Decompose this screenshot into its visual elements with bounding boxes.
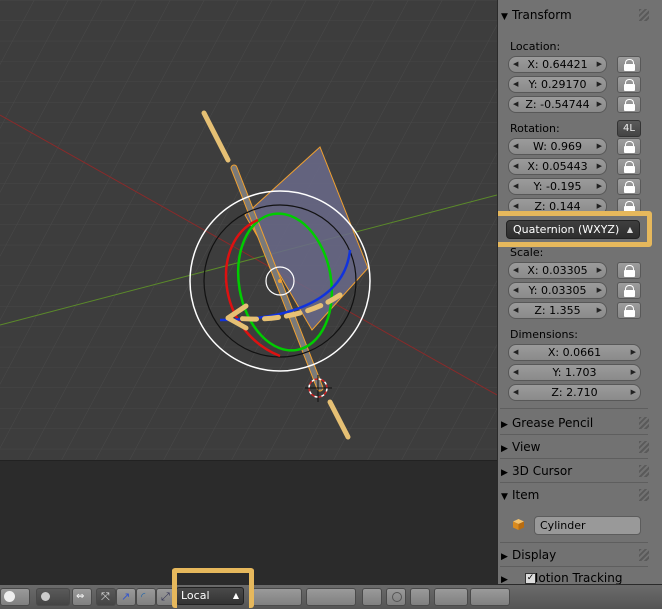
scale-z-field[interactable]: ◀ Z: 1.355 ▶ <box>508 302 607 319</box>
collapse-triangle-icon: ▼ <box>501 492 508 502</box>
divider <box>500 542 648 543</box>
item-section-header[interactable]: ▼ Item <box>501 485 641 505</box>
pivot-point-button[interactable] <box>36 588 70 606</box>
object-origin <box>278 279 282 283</box>
object-name-field[interactable]: Cylinder <box>534 516 641 535</box>
drag-grip-icon[interactable] <box>639 417 649 429</box>
snap-element-button[interactable] <box>434 588 468 606</box>
rotation-w-field[interactable]: ◀ W: 0.969 ▶ <box>508 138 607 155</box>
lock-icon[interactable] <box>617 302 641 319</box>
divider <box>500 408 648 409</box>
expand-triangle-icon: ▶ <box>501 575 508 584</box>
highlight-box <box>172 568 254 608</box>
3d-cursor-section-header[interactable]: ▶ 3D Cursor <box>501 461 641 481</box>
divider <box>500 434 648 435</box>
lock-icon[interactable] <box>617 178 641 195</box>
viewport-scene <box>0 0 497 460</box>
drag-grip-icon[interactable] <box>639 441 649 453</box>
divider <box>500 566 648 567</box>
expand-triangle-icon: ▶ <box>501 468 508 478</box>
lock-camera-icon[interactable] <box>362 588 382 606</box>
layer-buttons-group-2[interactable] <box>306 588 356 606</box>
drag-grip-icon[interactable] <box>639 489 649 501</box>
drag-grip-icon[interactable] <box>639 465 649 477</box>
highlight-box <box>498 211 652 247</box>
viewport-lower-area <box>0 460 497 585</box>
location-z-field[interactable]: ◀ Z: -0.54744 ▶ <box>508 96 607 113</box>
drag-grip-icon[interactable] <box>639 549 649 561</box>
viewport-header-bar: ⇔ ⤧ ↗ ◜ ⤢ <box>0 584 662 609</box>
dimensions-z-field[interactable]: ◀ Z: 2.710 ▶ <box>508 384 641 401</box>
dimensions-y-field[interactable]: ◀ Y: 1.703 ▶ <box>508 364 641 381</box>
expand-triangle-icon: ▶ <box>501 552 508 562</box>
expand-triangle-icon: ▶ <box>501 444 508 454</box>
lock-icon[interactable] <box>617 56 641 73</box>
rotation-x-field[interactable]: ◀ X: 0.05443 ▶ <box>508 158 607 175</box>
scale-label: Scale: <box>510 246 544 259</box>
location-y-field[interactable]: ◀ Y: 0.29170 ▶ <box>508 76 607 93</box>
lock-icon[interactable] <box>617 262 641 279</box>
rotation-label: Rotation: <box>510 122 560 135</box>
render-buttons[interactable] <box>470 588 510 606</box>
location-x-field[interactable]: ◀ X: 0.64421 ▶ <box>508 56 607 73</box>
lock-icon[interactable] <box>617 282 641 299</box>
scale-x-field[interactable]: ◀ X: 0.03305 ▶ <box>508 262 607 279</box>
translate-manipulator-icon[interactable]: ⤧ <box>96 588 116 606</box>
lock-icon[interactable] <box>617 138 641 155</box>
motion-tracking-checkbox[interactable]: ✓ <box>525 573 536 584</box>
lock-icon[interactable] <box>617 96 641 113</box>
drag-grip-icon[interactable] <box>639 9 649 21</box>
expand-triangle-icon: ▶ <box>501 420 508 430</box>
scale-y-field[interactable]: ◀ Y: 0.03305 ▶ <box>508 282 607 299</box>
lock-icon[interactable] <box>617 158 641 175</box>
lock-icon[interactable] <box>617 76 641 93</box>
viewport-shading-button[interactable] <box>0 588 30 606</box>
display-section-header[interactable]: ▶ Display <box>501 545 641 565</box>
snap-toggle-icon[interactable] <box>410 588 430 606</box>
object-cube-icon <box>513 519 524 530</box>
grease-pencil-section-header[interactable]: ▶ Grease Pencil <box>501 413 641 433</box>
divider <box>500 482 648 483</box>
manipulator-toggle-button[interactable]: ⇔ <box>72 588 92 606</box>
properties-panel: ▼ Transform Location: ◀ X: 0.64421 ▶ ◀ Y: 0.… <box>497 0 662 584</box>
divider <box>500 458 648 459</box>
location-label: Location: <box>510 40 561 53</box>
proportional-edit-icon[interactable] <box>386 588 406 606</box>
rotate-manipulator-icon[interactable]: ↗ <box>116 588 136 606</box>
dimensions-label: Dimensions: <box>510 328 578 341</box>
3d-viewport[interactable] <box>0 0 497 460</box>
view-section-header[interactable]: ▶ View <box>501 437 641 457</box>
transform-section-header[interactable]: ▼ Transform <box>501 5 641 25</box>
rotate-arc-icon[interactable]: ◜ <box>136 588 156 606</box>
motion-tracking-section-header[interactable]: ▶ Motion Tracking <box>501 568 641 584</box>
lock-4d-toggle[interactable]: 4L <box>617 120 641 137</box>
dimensions-x-field[interactable]: ◀ X: 0.0661 ▶ <box>508 344 641 361</box>
collapse-triangle-icon: ▼ <box>501 12 508 22</box>
rotation-y-field[interactable]: ◀ Y: -0.195 ▶ <box>508 178 607 195</box>
layer-buttons-group-1[interactable] <box>252 588 302 606</box>
